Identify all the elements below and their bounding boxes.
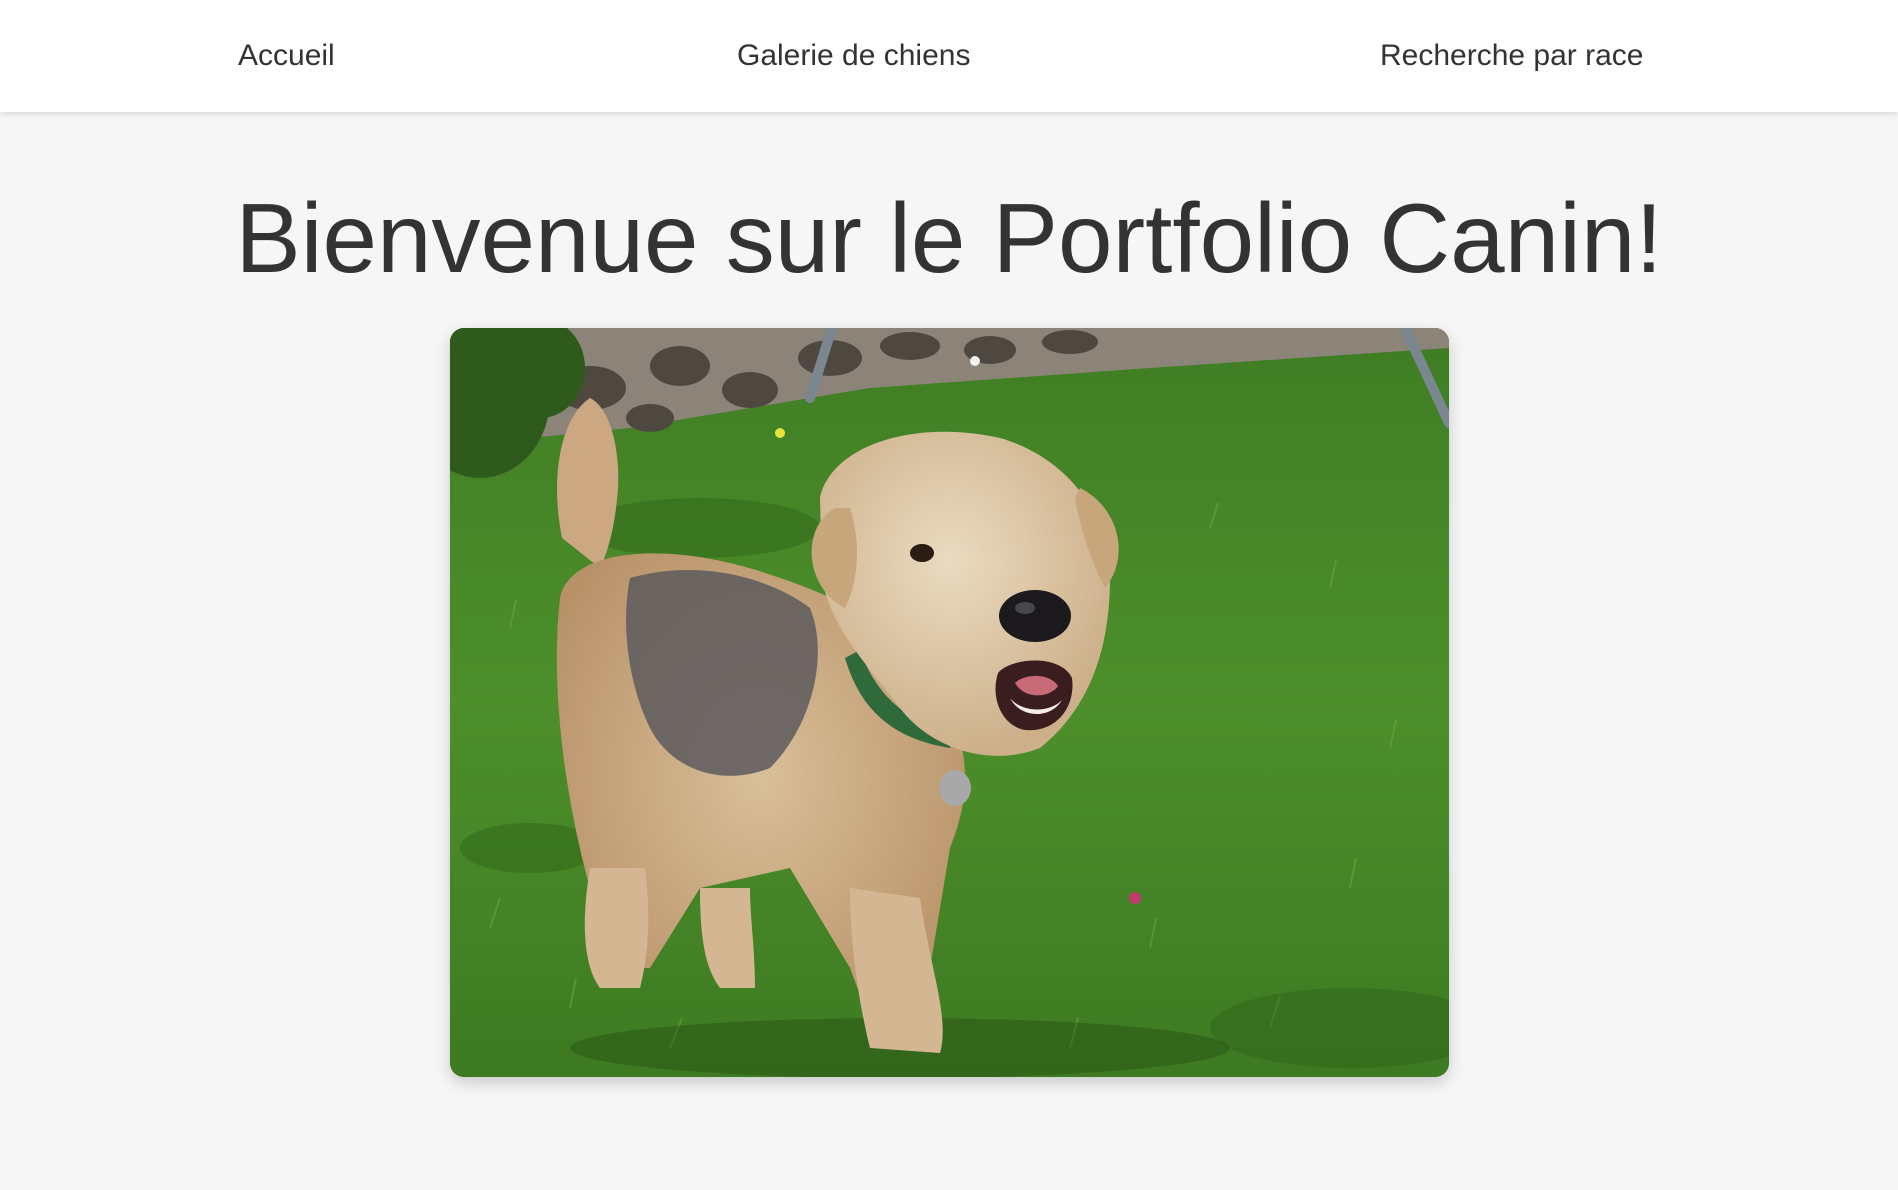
top-navbar: Accueil Galerie de chiens Recherche par … xyxy=(0,0,1898,112)
nav-link-home[interactable]: Accueil xyxy=(238,38,335,74)
page-title: Bienvenue sur le Portfolio Canin! xyxy=(235,183,1663,293)
dog-nose-highlight xyxy=(1015,602,1035,614)
hero-dog-photo xyxy=(450,328,1449,1077)
dog-tag xyxy=(939,770,971,806)
dog-eye xyxy=(910,544,934,562)
dog-photo-illustration xyxy=(450,328,1449,1077)
nav-link-breed-search[interactable]: Recherche par race xyxy=(1380,38,1643,74)
nav-link-dog-gallery[interactable]: Galerie de chiens xyxy=(737,38,970,74)
dog-nose xyxy=(999,590,1071,642)
